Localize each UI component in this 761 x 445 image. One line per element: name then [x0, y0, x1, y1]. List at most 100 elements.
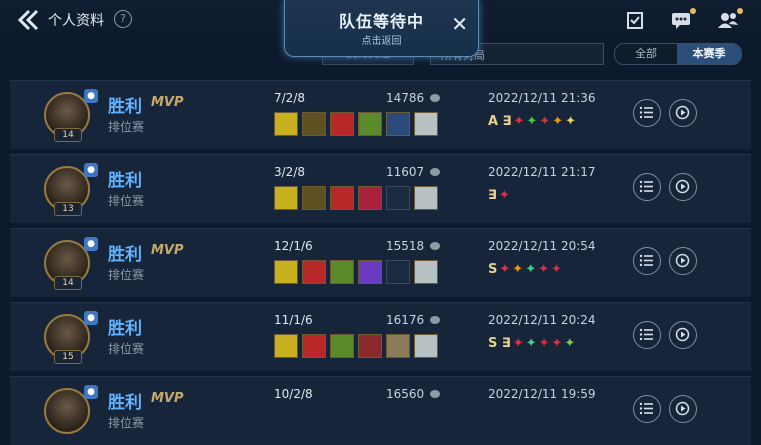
- gold-coin-icon: [430, 94, 440, 102]
- item-slot-icon: [414, 334, 438, 358]
- match-row[interactable]: ● 胜利 MVP 排位赛 10/2/8 16560 2022/12/11 19:59: [10, 376, 751, 445]
- notification-dot: [737, 8, 743, 14]
- match-mode: 排位赛: [108, 268, 145, 282]
- replay-play-button[interactable]: [669, 321, 697, 349]
- details-list-button[interactable]: [633, 247, 661, 275]
- item-slot-icon: [358, 260, 382, 284]
- match-result: 胜利: [108, 319, 142, 339]
- item-slot-icon: [386, 112, 410, 136]
- gold-amount: 16176: [386, 313, 425, 327]
- queue-title: 队伍等待中: [338, 12, 424, 31]
- match-mode: 排位赛: [108, 342, 145, 356]
- match-date: 2022/12/11 20:54: [488, 239, 596, 253]
- achievement-icon: ✦: [539, 114, 551, 129]
- replay-play-button[interactable]: [669, 395, 697, 423]
- achievement-icon: ✦: [551, 262, 562, 277]
- mvp-badge: MVP: [151, 95, 184, 110]
- item-slot-icon: [302, 334, 326, 358]
- item-slot-empty: [386, 186, 410, 210]
- party-icon: ●: [84, 89, 98, 103]
- gold-coin-icon: [430, 390, 440, 398]
- achievement-tags: A ∃ ✦ ✦ ✦ ✦ ✦: [488, 114, 578, 130]
- item-slot-icon: [274, 334, 298, 358]
- item-slot-icon: [274, 260, 298, 284]
- gold-amount: 14786: [386, 91, 425, 105]
- gold-amount: 15518: [386, 239, 425, 253]
- replay-play-button[interactable]: [669, 173, 697, 201]
- item-slot-icon: [302, 112, 326, 136]
- achievement-tags: S ✦ ✦ ✦ ✦ ✦: [488, 262, 564, 278]
- details-list-button[interactable]: [633, 321, 661, 349]
- item-slot-icon: [358, 334, 382, 358]
- match-date: 2022/12/11 21:17: [488, 165, 596, 179]
- hero-level: 14: [54, 276, 82, 290]
- match-result: 胜利: [108, 245, 142, 265]
- item-slot-icon: [330, 260, 354, 284]
- replay-play-button[interactable]: [669, 99, 697, 127]
- achievement-letters: A ∃: [488, 114, 512, 129]
- achievement-icon: ✦: [525, 336, 537, 351]
- gold-amount: 16560: [386, 387, 425, 401]
- mvp-badge: MVP: [151, 243, 184, 258]
- hero-level: 15: [54, 350, 82, 364]
- chat-icon[interactable]: [670, 10, 692, 30]
- achievement-icon: ✦: [512, 262, 524, 277]
- achievement-icon: ✦: [499, 262, 511, 277]
- details-list-button[interactable]: [633, 99, 661, 127]
- kda-score: 10/2/8: [274, 387, 313, 401]
- item-slot-icon: [302, 186, 326, 210]
- task-icon[interactable]: [624, 10, 646, 30]
- achievement-icon: ✦: [498, 188, 510, 203]
- notification-dot: [690, 8, 696, 14]
- help-icon[interactable]: ?: [114, 10, 132, 28]
- match-result: 胜利: [108, 97, 142, 117]
- item-slot-icon: [414, 186, 438, 210]
- achievement-tags: ∃ ✦: [488, 188, 512, 204]
- match-row[interactable]: 13 ● 胜利 排位赛 3/2/8 11607 2022/12/11 21:17 ∃ ✦: [10, 154, 751, 223]
- party-icon: ●: [84, 237, 98, 251]
- item-slot-icon: [274, 186, 298, 210]
- season-segmented-control[interactable]: 全部 本赛季: [614, 43, 742, 65]
- achievement-icon: ✦: [525, 262, 537, 277]
- match-row[interactable]: 15 ● 胜利排位赛 11/1/6 16176 2022/12/11 20:24 S ∃ ✦ ✦…: [10, 302, 751, 371]
- segment-current-season[interactable]: 本赛季: [677, 44, 741, 64]
- achievement-icon: ✦: [564, 336, 576, 351]
- match-date: 2022/12/11 20:24: [488, 313, 596, 327]
- match-row[interactable]: 14 ● 胜利 MVP 排位赛 7/2/8 14786 2022/12/11 21:36 A ∃…: [10, 80, 751, 149]
- match-date: 2022/12/11 21:36: [488, 91, 596, 105]
- match-row[interactable]: 14 ● 胜利 MVP 排位赛 12/1/6 15518 2022/12/11 20:54 S ✦…: [10, 228, 751, 297]
- party-icon: ●: [84, 163, 98, 177]
- gold-amount: 11607: [386, 165, 425, 179]
- friends-icon[interactable]: [717, 10, 739, 30]
- match-result: 胜利: [108, 393, 142, 413]
- item-slot-icon: [330, 112, 354, 136]
- match-mode: 排位赛: [108, 416, 145, 430]
- item-slot-icon: [302, 260, 326, 284]
- party-icon: ●: [84, 311, 98, 325]
- kda-score: 7/2/8: [274, 91, 305, 105]
- item-slot-icon: [386, 334, 410, 358]
- details-list-button[interactable]: [633, 173, 661, 201]
- party-icon: ●: [84, 385, 98, 399]
- item-slot-icon: [274, 112, 298, 136]
- queue-subtitle[interactable]: 点击返回: [285, 32, 478, 47]
- match-date: 2022/12/11 19:59: [488, 387, 596, 401]
- details-list-button[interactable]: [633, 395, 661, 423]
- back-arrow-icon[interactable]: [16, 8, 42, 32]
- segment-all[interactable]: 全部: [615, 44, 677, 64]
- achievement-icon: ✦: [526, 114, 538, 129]
- replay-play-button[interactable]: [669, 247, 697, 275]
- item-slot-icon: [330, 334, 354, 358]
- queue-waiting-banner[interactable]: 队伍等待中 点击返回 ✕: [284, 0, 479, 57]
- achievement-icon: ✦: [552, 114, 564, 129]
- gold-coin-icon: [430, 316, 440, 324]
- page-title: 个人资料: [48, 13, 104, 29]
- achievement-letters: S: [488, 262, 498, 277]
- achievement-icon: ✦: [513, 114, 525, 129]
- kda-score: 11/1/6: [274, 313, 313, 327]
- kda-score: 3/2/8: [274, 165, 305, 179]
- item-slot-icon: [414, 112, 438, 136]
- gold-coin-icon: [430, 242, 440, 250]
- achievement-letters: S ∃: [488, 336, 511, 351]
- close-icon[interactable]: ✕: [451, 14, 468, 34]
